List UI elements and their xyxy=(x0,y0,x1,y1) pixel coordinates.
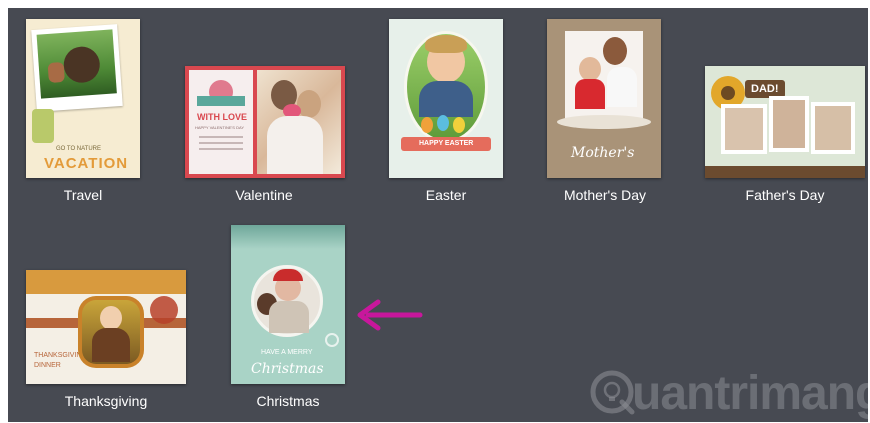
fathers-day-thumbnail[interactable]: DAD! xyxy=(705,66,865,178)
easter-thumb-title: HAPPY EASTER xyxy=(419,140,474,147)
template-label[interactable]: Travel xyxy=(64,187,102,203)
valentine-thumb-subtitle: HAPPY VALENTINE'S DAY xyxy=(195,125,245,130)
valentine-thumbnail[interactable]: WITH LOVE HAPPY VALENTINE'S DAY xyxy=(185,66,345,178)
template-label[interactable]: Mother's Day xyxy=(564,187,646,203)
valentine-thumb-title: WITH LOVE xyxy=(197,112,247,122)
christmas-thumbnail[interactable]: HAVE A MERRY Christmas xyxy=(231,225,345,384)
thanksgiving-thumbnail[interactable]: THANKSGIVING DINNER xyxy=(26,270,186,384)
template-label[interactable]: Easter xyxy=(426,187,466,203)
template-label[interactable]: Thanksgiving xyxy=(65,393,148,409)
travel-thumb-subtitle: GO TO NATURE xyxy=(56,146,102,152)
watermark-text: uantrimang xyxy=(632,367,868,420)
travel-thumbnail[interactable]: GO TO NATURE VACATION xyxy=(26,19,140,178)
mothers-day-thumbnail[interactable]: Mother's xyxy=(547,19,661,178)
thanksgiving-thumb-subtitle: DINNER xyxy=(34,362,61,369)
watermark-logo-icon xyxy=(590,370,635,415)
template-label[interactable]: Christmas xyxy=(256,393,319,409)
template-label[interactable]: Valentine xyxy=(235,187,292,203)
christmas-thumb-title: Christmas xyxy=(251,361,324,377)
travel-thumb-title: VACATION xyxy=(44,155,129,172)
mothers-day-thumb-title: Mother's xyxy=(571,145,635,161)
annotation-arrow-icon xyxy=(357,299,423,331)
fathers-day-thumb-title: DAD! xyxy=(751,83,779,95)
template-label[interactable]: Father's Day xyxy=(746,187,825,203)
easter-thumbnail[interactable]: HAPPY EASTER xyxy=(389,19,503,178)
christmas-thumb-subtitle: HAVE A MERRY xyxy=(261,349,313,356)
template-gallery: GO TO NATURE VACATION Travel WITH LOVE H… xyxy=(8,8,868,422)
